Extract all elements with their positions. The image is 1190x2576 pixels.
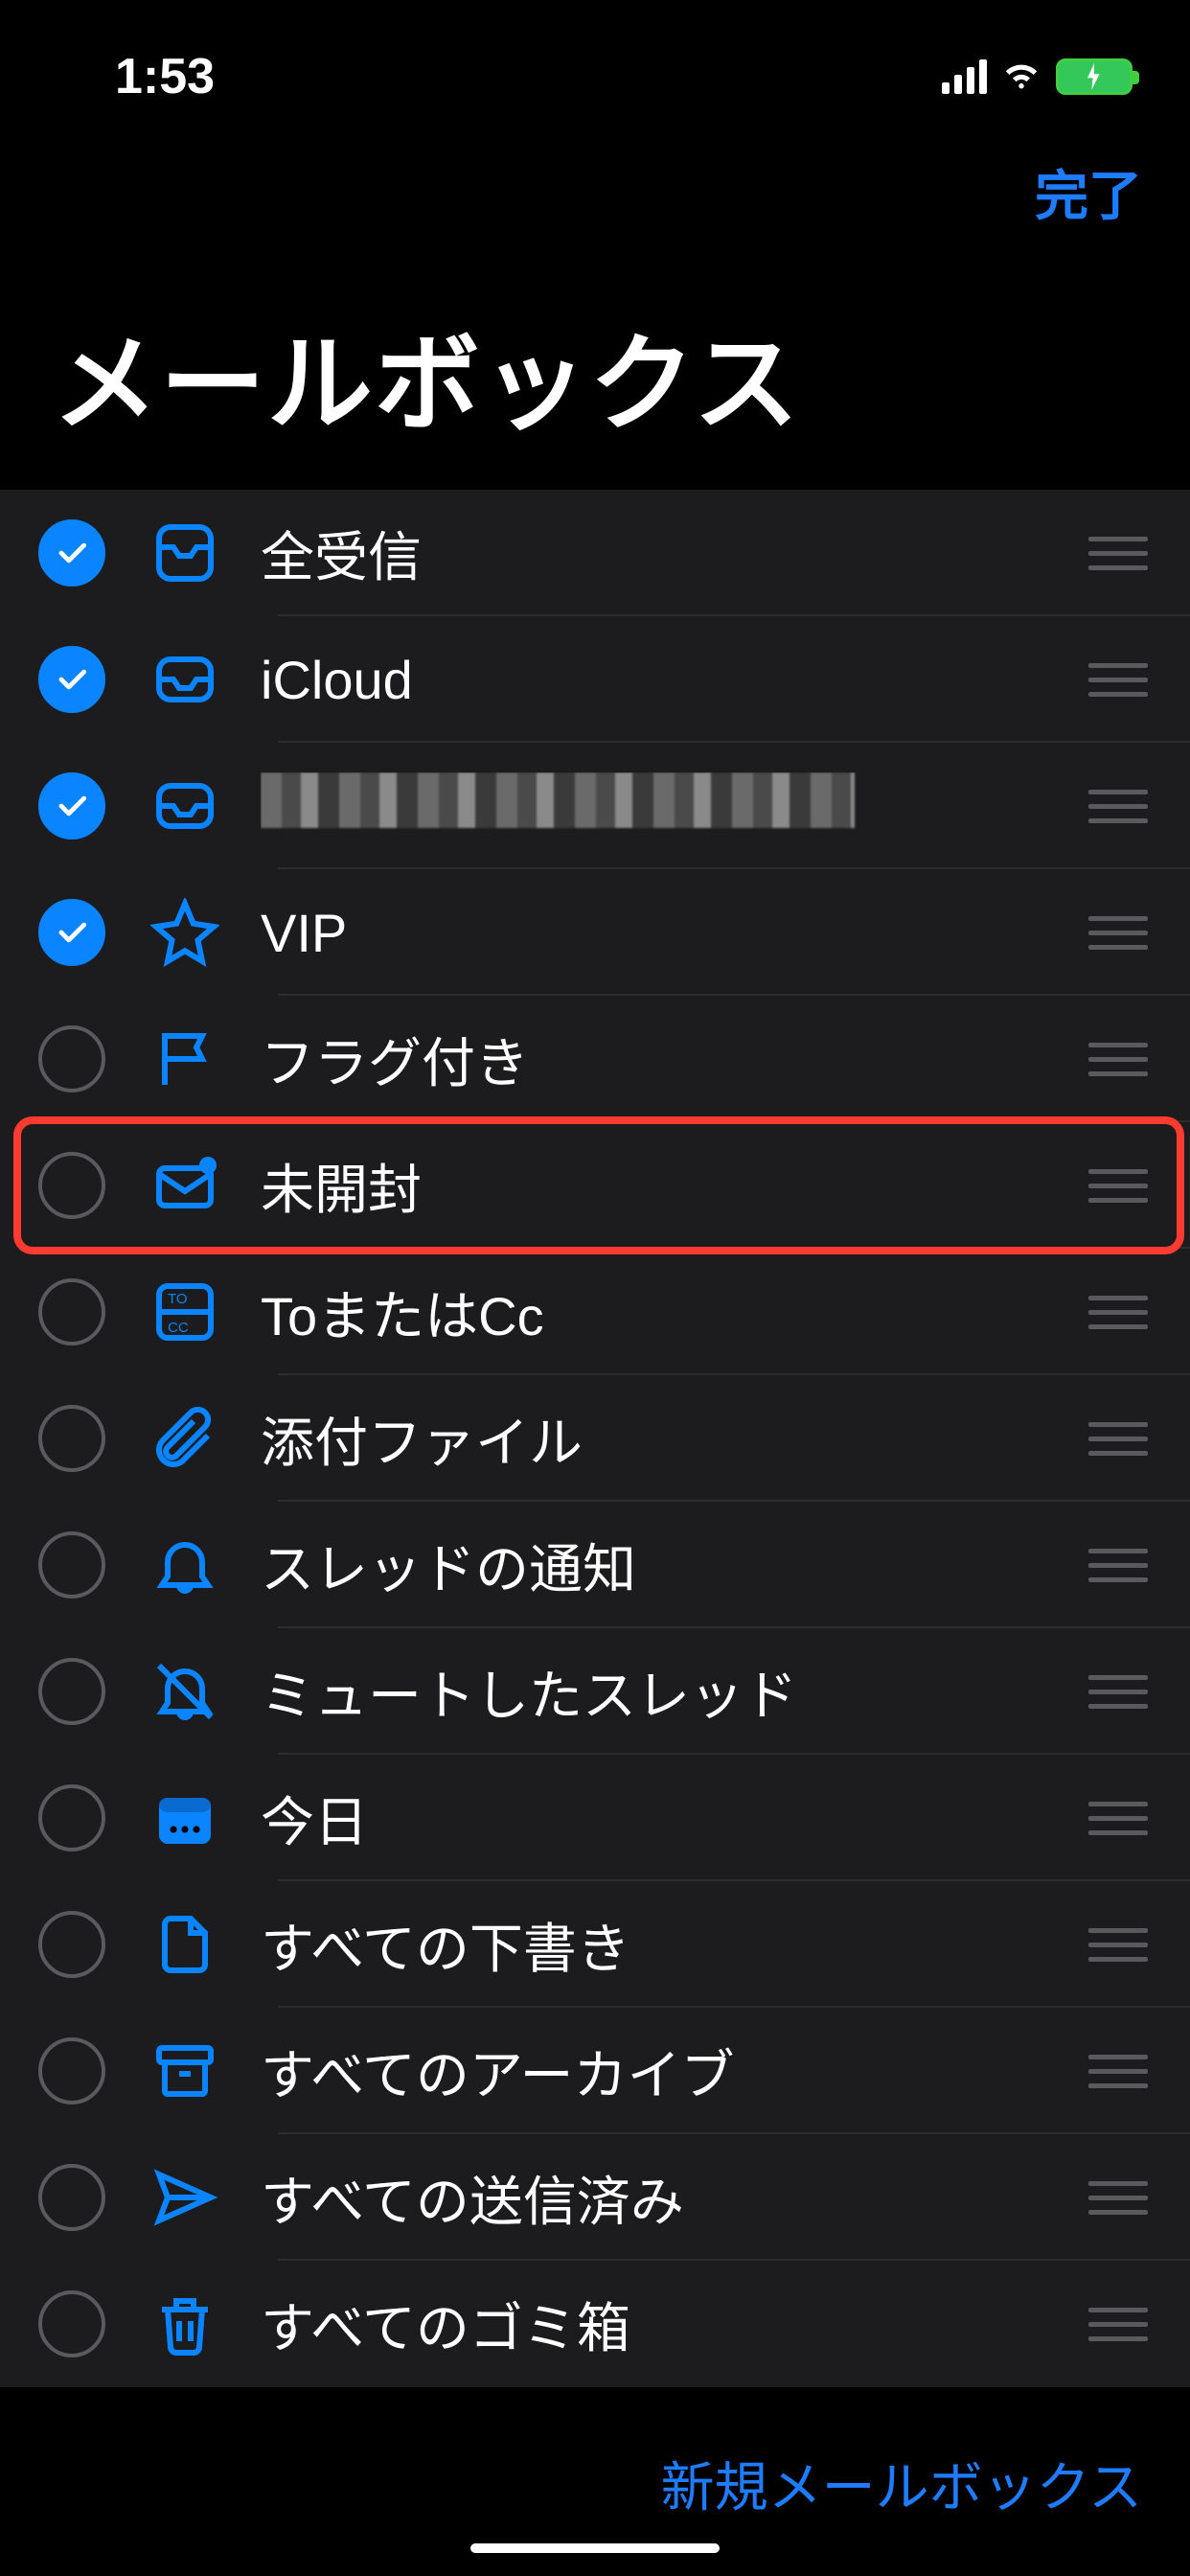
mailbox-label: すべての送信済み xyxy=(261,2159,1085,2237)
mailbox-label: VIP xyxy=(261,902,1085,964)
cellular-signal-icon xyxy=(942,59,987,94)
page-title: メールボックス xyxy=(0,250,1190,490)
selection-toggle[interactable] xyxy=(38,2037,105,2104)
selection-toggle[interactable] xyxy=(38,2290,105,2358)
reorder-handle-icon[interactable] xyxy=(1085,537,1152,570)
done-button[interactable]: 完了 xyxy=(1035,153,1142,231)
mailbox-label xyxy=(261,772,1085,840)
reorder-handle-icon[interactable] xyxy=(1085,1422,1152,1456)
star-icon xyxy=(132,898,238,967)
mailbox-row[interactable]: 今日 xyxy=(0,1755,1190,1881)
attachment-icon xyxy=(132,1404,238,1473)
redacted-text xyxy=(261,772,855,828)
mailbox-row[interactable]: VIP xyxy=(0,869,1190,996)
selection-toggle[interactable] xyxy=(38,1278,105,1346)
reorder-handle-icon[interactable] xyxy=(1085,2055,1152,2088)
sent-icon xyxy=(132,2163,238,2232)
reorder-handle-icon[interactable] xyxy=(1085,1802,1152,1835)
selection-toggle[interactable] xyxy=(38,519,105,586)
selection-toggle[interactable] xyxy=(38,1658,105,1725)
mailbox-label: フラグ付き xyxy=(261,1021,1085,1098)
mailbox-label: ミュートしたスレッド xyxy=(261,1653,1085,1731)
calendar-icon xyxy=(132,1783,238,1852)
bell-slash-icon xyxy=(132,1657,238,1726)
mailbox-row[interactable]: iCloud xyxy=(0,616,1190,743)
mailbox-row[interactable]: 全受信 xyxy=(0,490,1190,616)
reorder-handle-icon[interactable] xyxy=(1085,790,1152,823)
reorder-handle-icon[interactable] xyxy=(1085,1169,1152,1203)
navigation-bar: 完了 xyxy=(0,125,1190,250)
mailbox-label: 今日 xyxy=(261,1780,1085,1857)
mailbox-label: ToまたはCc xyxy=(261,1274,1085,1351)
mailbox-row[interactable]: 添付ファイル xyxy=(0,1375,1190,1502)
status-bar: 1:53 xyxy=(0,0,1190,125)
reorder-handle-icon[interactable] xyxy=(1085,663,1152,697)
selection-toggle[interactable] xyxy=(38,2164,105,2231)
mailbox-label: スレッドの通知 xyxy=(261,1527,1085,1604)
reorder-handle-icon[interactable] xyxy=(1085,1549,1152,1582)
mailbox-row[interactable]: ミュートしたスレッド xyxy=(0,1628,1190,1755)
reorder-handle-icon[interactable] xyxy=(1085,1928,1152,1962)
mailbox-label: 全受信 xyxy=(261,515,1085,592)
draft-icon xyxy=(132,1910,238,1979)
mailbox-label: すべてのアーカイブ xyxy=(261,2033,1085,2110)
inbox-icon xyxy=(132,645,238,714)
selection-toggle[interactable] xyxy=(38,1405,105,1472)
reorder-handle-icon[interactable] xyxy=(1085,1675,1152,1709)
trash-icon xyxy=(132,2289,238,2358)
mailbox-label: すべての下書き xyxy=(261,1906,1085,1984)
mailbox-row[interactable]: すべての下書き xyxy=(0,1881,1190,2008)
svg-text:TO: TO xyxy=(168,1291,188,1307)
mailbox-row[interactable]: すべてのアーカイブ xyxy=(0,2008,1190,2134)
mailbox-row[interactable]: すべての送信済み xyxy=(0,2134,1190,2261)
archive-icon xyxy=(132,2036,238,2105)
to-cc-icon: TO CC xyxy=(132,1277,238,1346)
bell-icon xyxy=(132,1530,238,1599)
all-inboxes-icon xyxy=(132,518,238,587)
selection-toggle[interactable] xyxy=(38,772,105,840)
selection-toggle[interactable] xyxy=(38,1784,105,1852)
mailbox-row[interactable]: フラグ付き xyxy=(0,996,1190,1122)
selection-toggle[interactable] xyxy=(38,1152,105,1219)
reorder-handle-icon[interactable] xyxy=(1085,916,1152,950)
mailbox-row[interactable]: スレッドの通知 xyxy=(0,1502,1190,1628)
mailbox-row[interactable]: 未開封 xyxy=(0,1122,1190,1249)
flag-icon xyxy=(132,1024,238,1093)
selection-toggle[interactable] xyxy=(38,899,105,966)
mailbox-list: 全受信 iCloud VIP フラグ付き未開封 TO CC ToまたはCc 添付ファイルスレッ… xyxy=(0,490,1190,2387)
mailbox-label: 未開封 xyxy=(261,1147,1085,1225)
wifi-icon xyxy=(1000,58,1042,97)
mailbox-row[interactable]: すべてのゴミ箱 xyxy=(0,2261,1190,2387)
mailbox-label: すべてのゴミ箱 xyxy=(261,2286,1085,2363)
new-mailbox-button[interactable]: 新規メールボックス xyxy=(661,2445,1142,2522)
reorder-handle-icon[interactable] xyxy=(1085,2181,1152,2215)
selection-toggle[interactable] xyxy=(38,1911,105,1978)
selection-toggle[interactable] xyxy=(38,1025,105,1092)
unread-icon xyxy=(132,1151,238,1220)
selection-toggle[interactable] xyxy=(38,646,105,713)
reorder-handle-icon[interactable] xyxy=(1085,1296,1152,1329)
home-indicator xyxy=(470,2543,720,2553)
mailbox-row[interactable]: TO CC ToまたはCc xyxy=(0,1249,1190,1375)
reorder-handle-icon[interactable] xyxy=(1085,1043,1152,1076)
reorder-handle-icon[interactable] xyxy=(1085,2308,1152,2341)
selection-toggle[interactable] xyxy=(38,1531,105,1598)
mailbox-row[interactable] xyxy=(0,743,1190,869)
status-time: 1:53 xyxy=(115,48,215,105)
inbox-icon xyxy=(132,771,238,840)
mailbox-label: 添付ファイル xyxy=(261,1400,1085,1478)
status-indicators xyxy=(942,58,1133,97)
mailbox-label: iCloud xyxy=(261,649,1085,711)
svg-text:CC: CC xyxy=(168,1320,189,1336)
battery-charging-icon xyxy=(1056,58,1133,95)
